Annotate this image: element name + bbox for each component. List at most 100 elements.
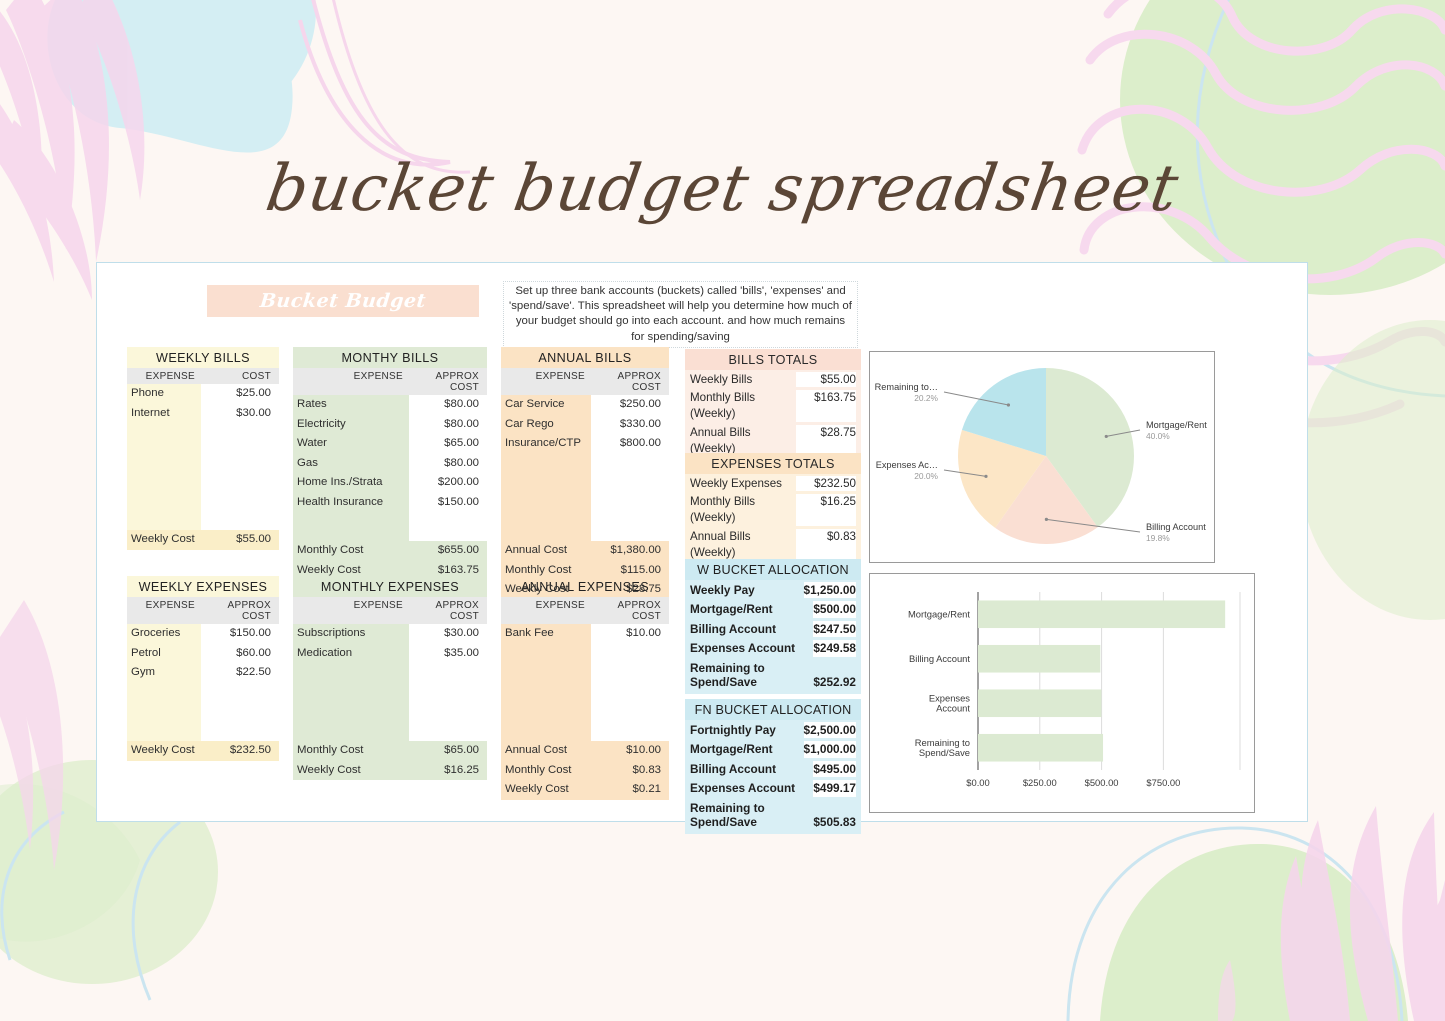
table-body: Subscriptions $30.00 Medication $35.00 (293, 624, 487, 741)
col-header-cost: APPROX COST (435, 599, 479, 622)
table-row[interactable]: Internet $30.00 (127, 404, 279, 424)
bar-tick-label: $0.00 (966, 777, 989, 788)
totals-value: $55.00 (796, 371, 856, 388)
row-value: $30.00 (236, 406, 271, 419)
row-value: $250.00 (619, 398, 661, 410)
pie-callout-dot (1104, 434, 1108, 439)
pie-slice-percent: 20.0% (914, 471, 938, 481)
fortnightly-bucket-allocation: FN BUCKET ALLOCATION Fortnightly Pay $2,5… (685, 699, 861, 834)
allocation-value: $499.17 (813, 780, 856, 797)
allocation-row: Weekly Pay $1,250.00 (685, 580, 861, 600)
row-label: Phone (131, 387, 164, 399)
col-header-expense: EXPENSE (353, 370, 403, 382)
row-value: $200.00 (437, 476, 479, 488)
table-body: Phone $25.00 Internet $30.00 (127, 384, 279, 530)
row-label: Health Insurance (297, 495, 384, 508)
bar-category-label: Spend/Save (919, 747, 970, 758)
bucket-budget-banner: Bucket Budget (207, 285, 479, 317)
allocation-label: Weekly Pay (690, 582, 755, 597)
footer-label: Monthly Cost (505, 563, 572, 576)
table-footer: Annual Cost $10.00 Monthly Cost $0.83 Week… (501, 741, 669, 800)
allocation-label: Mortgage/Rent (690, 602, 773, 616)
allocation-remaining-row: Remaining to Spend/Save $505.83 (685, 798, 861, 834)
table-title: ANNUAL BILLS (501, 347, 669, 368)
footer-row: Annual Cost $1,380.00 (501, 541, 669, 561)
table-title: WEEKLY EXPENSES (127, 576, 279, 597)
leaf-cluster-bottomleft (0, 600, 64, 870)
table-row[interactable]: Bank Fee $10.00 (501, 624, 669, 644)
allocation-label: Expenses Account (690, 641, 796, 655)
table-row[interactable]: Phone $25.00 (127, 384, 279, 404)
footer-label: Weekly Cost (131, 533, 195, 545)
row-label: Electricity (297, 417, 346, 430)
footer-row: Weekly Cost $163.75 (293, 561, 487, 581)
footer-row: Monthly Cost $0.83 (501, 761, 669, 781)
table-row[interactable]: Subscriptions $30.00 (293, 624, 487, 644)
bills-totals-title: BILLS TOTALS (685, 349, 861, 370)
table-weekly-expenses: WEEKLY EXPENSES EXPENSE APPROX COST Groc… (127, 576, 279, 761)
col-header-cost: APPROX COST (617, 370, 661, 393)
table-row[interactable]: Home Ins./Strata $200.00 (293, 473, 487, 493)
table-row[interactable]: Insurance/CTP $800.00 (501, 434, 669, 454)
table-row[interactable]: Car Rego $330.00 (501, 415, 669, 435)
table-monthly-expenses: MONTHLY EXPENSES EXPENSE APPROX COST Sub… (293, 576, 487, 780)
table-row[interactable]: Medication $35.00 (293, 644, 487, 664)
table-annual-expenses: ANNUAL EXPENSES EXPENSE APPROX COST Bank… (501, 576, 669, 800)
row-label: Gas (297, 456, 318, 469)
allocation-value: $1,250.00 (803, 581, 856, 598)
row-value: $150.00 (437, 495, 479, 508)
table-row[interactable]: Gym $22.50 (127, 663, 279, 683)
table-row[interactable]: Petrol $60.00 (127, 644, 279, 664)
allocation-value: $249.58 (813, 640, 856, 657)
row-value: $800.00 (619, 437, 661, 449)
totals-row: Weekly Expenses $232.50 (685, 474, 861, 493)
bar (978, 689, 1102, 718)
allocation-label: Mortgage/Rent (690, 742, 773, 756)
row-label: Internet (131, 406, 170, 419)
row-label: Groceries (131, 627, 181, 639)
col-header-expense: EXPENSE (353, 599, 403, 611)
table-body: Car Service $250.00 Car Rego $330.00 Insur… (501, 395, 669, 541)
pie-slice-label: Mortgage/Rent (1146, 420, 1207, 430)
allocation-row: Mortgage/Rent $1,000.00 (685, 740, 861, 760)
table-row[interactable]: Rates $80.00 (293, 395, 487, 415)
footer-value: $10.00 (626, 744, 661, 756)
table-row[interactable]: Water $65.00 (293, 434, 487, 454)
allocation-value: $2,500.00 (803, 721, 856, 738)
row-value: $330.00 (619, 417, 661, 430)
footer-label: Weekly Cost (297, 763, 361, 776)
totals-value: $232.50 (796, 475, 856, 492)
totals-row: Weekly Bills $55.00 (685, 370, 861, 389)
pie-chart-panel[interactable]: Mortgage/Rent 40.0% Billing Account 19.8% Ex… (869, 351, 1215, 563)
table-row[interactable]: Car Service $250.00 (501, 395, 669, 415)
footer-value: $0.83 (632, 763, 661, 776)
bar-category-label: Billing Account (909, 653, 970, 664)
table-title: WEEKLY BILLS (127, 347, 279, 368)
row-label: Rates (297, 398, 327, 410)
row-label: Car Rego (505, 417, 554, 430)
footer-label: Monthly Cost (297, 544, 364, 556)
allocation-value: $495.00 (813, 760, 856, 777)
table-column-headers: EXPENSE APPROX COST (501, 368, 669, 395)
footer-label: Monthly Cost (297, 744, 364, 756)
table-row[interactable]: Groceries $150.00 (127, 624, 279, 644)
bar (978, 733, 1104, 762)
col-header-expense: EXPENSE (145, 370, 195, 382)
col-header-cost: APPROX COST (617, 599, 661, 622)
totals-row: Monthly Bills (Weekly) $16.25 (685, 493, 861, 528)
table-row[interactable]: Electricity $80.00 (293, 415, 487, 435)
allocation-remaining-label: Remaining to Spend/Save (690, 801, 765, 829)
table-row[interactable]: Health Insurance $150.00 (293, 493, 487, 513)
bills-totals-rows: Weekly Bills $55.00 Monthly Bills (Weekly… (685, 370, 861, 458)
row-label: Insurance/CTP (505, 437, 581, 449)
allocation-value: $1,000.00 (803, 741, 856, 758)
row-label: Gym (131, 666, 156, 678)
allocation-value: $247.50 (813, 620, 856, 637)
table-row[interactable]: Gas $80.00 (293, 454, 487, 474)
footer-value: $16.25 (444, 763, 479, 776)
weekly-bucket-allocation: W BUCKET ALLOCATION Weekly Pay $1,250.00 … (685, 559, 861, 694)
bar-chart-panel[interactable]: Mortgage/Rent Billing Account Expenses Acco… (869, 573, 1255, 813)
footer-label: Weekly Cost (505, 783, 569, 795)
allocation-row: Expenses Account $249.58 (685, 639, 861, 659)
totals-value: $163.75 (796, 390, 856, 422)
